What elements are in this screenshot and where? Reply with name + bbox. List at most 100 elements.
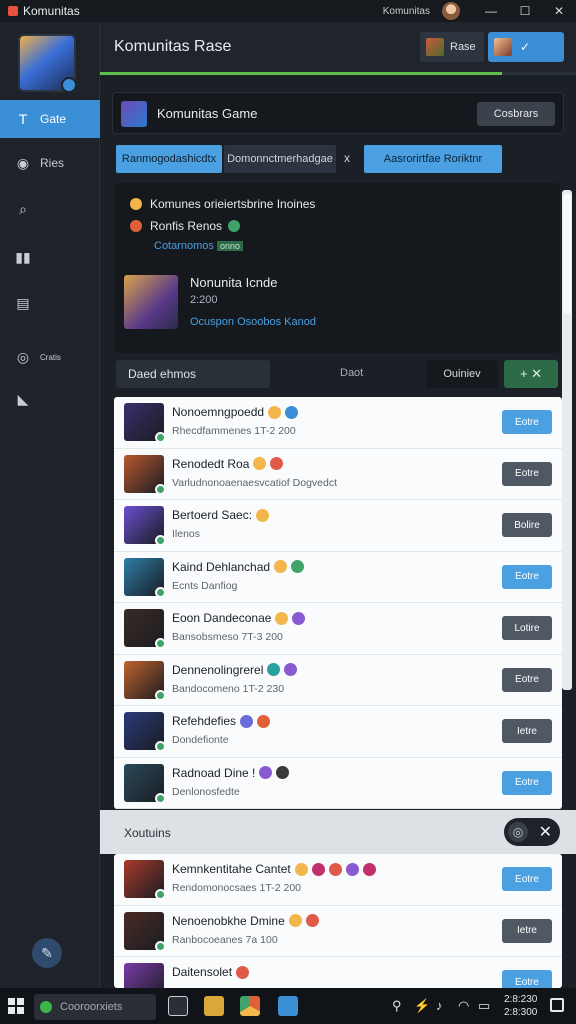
list-item[interactable]: Daitensolet Eotre — [114, 957, 562, 988]
sidebar-item-search[interactable]: ⌕ — [0, 190, 100, 228]
tab-third[interactable]: Aasrorirtfae Roriktnr — [364, 145, 502, 173]
battery-icon[interactable]: ⚡ — [414, 998, 430, 1014]
action-button[interactable]: Ietre — [502, 719, 552, 743]
featured-link[interactable]: Ocuspon Osoobos Kanod — [190, 316, 316, 328]
file-explorer-icon[interactable] — [204, 996, 224, 1016]
list-item[interactable]: Kemnkentitahe Cantet Rendomonocsaes 1T-2… — [114, 854, 562, 906]
profile-avatar[interactable] — [18, 34, 77, 93]
window-title: Komunitas — [23, 4, 80, 18]
player-avatar[interactable] — [124, 609, 166, 649]
player-avatar[interactable] — [124, 911, 166, 952]
add-close-button[interactable]: + ✕ — [504, 360, 558, 388]
player-avatar[interactable] — [124, 660, 166, 701]
emoji-icon — [236, 965, 250, 979]
clock[interactable]: 2:8:230 2:8:300 — [504, 993, 537, 1019]
filter-mid-label: Daot — [340, 367, 364, 379]
browser-icon[interactable] — [240, 996, 260, 1016]
info-line-3[interactable]: Cotarnomos onno — [154, 240, 244, 252]
action-button[interactable]: Eotre — [502, 461, 552, 486]
sidebar-item-list[interactable]: ▤ — [0, 284, 100, 322]
sidebar: T Gate ◉ Ries ⌕ ▮▮ ▤ ◎ Cratis ◣ ✎ — [0, 22, 100, 988]
sidebar-item-library[interactable]: ▮▮ — [0, 238, 100, 276]
list-item[interactable]: Radnoad Dine ! Denlonosfedte Eotre — [114, 758, 562, 809]
player-avatar[interactable] — [124, 403, 166, 443]
player-name: Eoon Dandeconae — [172, 611, 306, 625]
task-view-icon[interactable] — [168, 996, 188, 1016]
info-panel: Komunes orieiertsbrine Inoines Ronfis Re… — [114, 183, 560, 353]
tab-second[interactable]: Domonnctmerhadgae — [224, 145, 336, 173]
volume-icon[interactable]: ♪ — [436, 998, 443, 1013]
action-button[interactable]: Eotre — [502, 970, 552, 988]
emoji-icon — [267, 663, 281, 676]
action-button[interactable]: Eotre — [502, 667, 552, 692]
list-item[interactable]: Dennenolingrerel Bandocomeno 1T-2 230 Eo… — [114, 655, 562, 706]
player-avatar[interactable] — [124, 860, 166, 900]
rase-button[interactable]: Rase — [420, 32, 484, 62]
sidebar-item-send[interactable]: ◣ — [0, 380, 100, 418]
player-avatar[interactable] — [124, 454, 166, 495]
network-icon[interactable]: ⚲ — [392, 998, 402, 1014]
notification-icon[interactable] — [550, 998, 564, 1012]
player-status: Ecnts Danfiog — [172, 579, 238, 592]
player-status: Denlonosfedte — [172, 785, 240, 798]
minimize-button[interactable]: — — [474, 0, 508, 22]
emoji-icon — [275, 611, 289, 625]
status-badge-icon — [155, 638, 166, 649]
player-status: Ranbocoeanes 7a 100 — [172, 933, 278, 946]
game-action-button[interactable]: Cosbrars — [477, 102, 555, 126]
action-button[interactable]: Lotire — [502, 616, 552, 640]
library-icon: ▮▮ — [15, 248, 31, 265]
emoji-icon — [345, 862, 359, 876]
list-item[interactable]: Bertoerd Saec: Ilenos Bolire — [114, 500, 562, 552]
section-toggle[interactable]: ◎ ✕ — [504, 818, 560, 846]
profile-check-button[interactable]: ✓ — [488, 32, 564, 62]
keyboard-icon[interactable]: ▭ — [478, 998, 490, 1014]
sidebar-item-cratis[interactable]: ◎ Cratis — [0, 338, 100, 376]
game-card[interactable]: Komunitas Game Cosbrars — [112, 92, 564, 134]
user-avatar[interactable] — [442, 2, 460, 20]
list-item[interactable]: Nenoenobkhe Dmine Ranbocoeanes 7a 100 Ie… — [114, 906, 562, 957]
player-avatar[interactable] — [124, 712, 166, 752]
player-avatar[interactable] — [124, 763, 166, 804]
list-item[interactable]: Kaind Dehlanchad Ecnts Danfiog Eotre — [114, 552, 562, 603]
emoji-icon — [294, 862, 308, 876]
action-button[interactable]: Eotre — [502, 770, 552, 795]
page-title: Komunitas Rase — [114, 38, 232, 55]
player-status: Dondefionte — [172, 734, 229, 746]
tab-first[interactable]: Ranmogodashicdtx — [116, 145, 222, 173]
taskbar-search[interactable]: Cooroorxiets — [34, 994, 156, 1020]
store-icon[interactable] — [278, 996, 298, 1016]
emoji-icon — [253, 457, 267, 470]
status-badge-icon — [155, 432, 166, 443]
list-item[interactable]: Refehdefies Dondefionte Ietre — [114, 706, 562, 758]
player-name-text: Nenoenobkhe Dmine — [172, 913, 285, 928]
list-item[interactable]: Nonoemngpoedd Rhecdfammenes 1T-2 200 Eot… — [114, 397, 562, 449]
start-menu-icon[interactable] — [8, 998, 24, 1014]
sidebar-item-gate[interactable]: T Gate — [0, 100, 100, 138]
list-item[interactable]: Renodedt Roa Varludnonoaenaesvcatiof Dog… — [114, 449, 562, 500]
avatar-thumb-icon — [494, 38, 512, 56]
sidebar-item-ries[interactable]: ◉ Ries — [0, 144, 100, 182]
list-item[interactable]: Eoon Dandeconae Bansobsmeso 7T-3 200 Lot… — [114, 603, 562, 655]
featured-subtitle: 2:200 — [190, 294, 218, 306]
progress-bar — [100, 72, 576, 75]
info-line-2-text: Ronfis Renos — [150, 219, 223, 233]
featured-game-image[interactable] — [124, 275, 178, 329]
action-button[interactable]: Eotre — [502, 867, 552, 891]
player-avatar[interactable] — [124, 506, 166, 546]
action-button[interactable]: Eotre — [502, 410, 552, 434]
filter-button[interactable]: Ouiniev — [426, 360, 498, 388]
filter-field[interactable]: Daed ehmos — [116, 360, 270, 388]
wifi-icon[interactable]: ◠ — [458, 998, 469, 1014]
player-avatar[interactable] — [124, 963, 164, 988]
maximize-button[interactable]: ☐ — [508, 0, 542, 22]
action-button[interactable]: Ietre — [502, 918, 552, 943]
action-button[interactable]: Eotre — [502, 564, 552, 589]
player-avatar[interactable] — [124, 557, 166, 598]
close-icon[interactable]: ✕ — [539, 822, 552, 842]
emoji-icon — [274, 560, 288, 573]
close-button[interactable]: ✕ — [542, 0, 576, 22]
edit-icon[interactable]: ✎ — [32, 938, 62, 968]
action-button[interactable]: Bolire — [502, 513, 552, 537]
scrollbar-thumb[interactable] — [563, 194, 571, 314]
